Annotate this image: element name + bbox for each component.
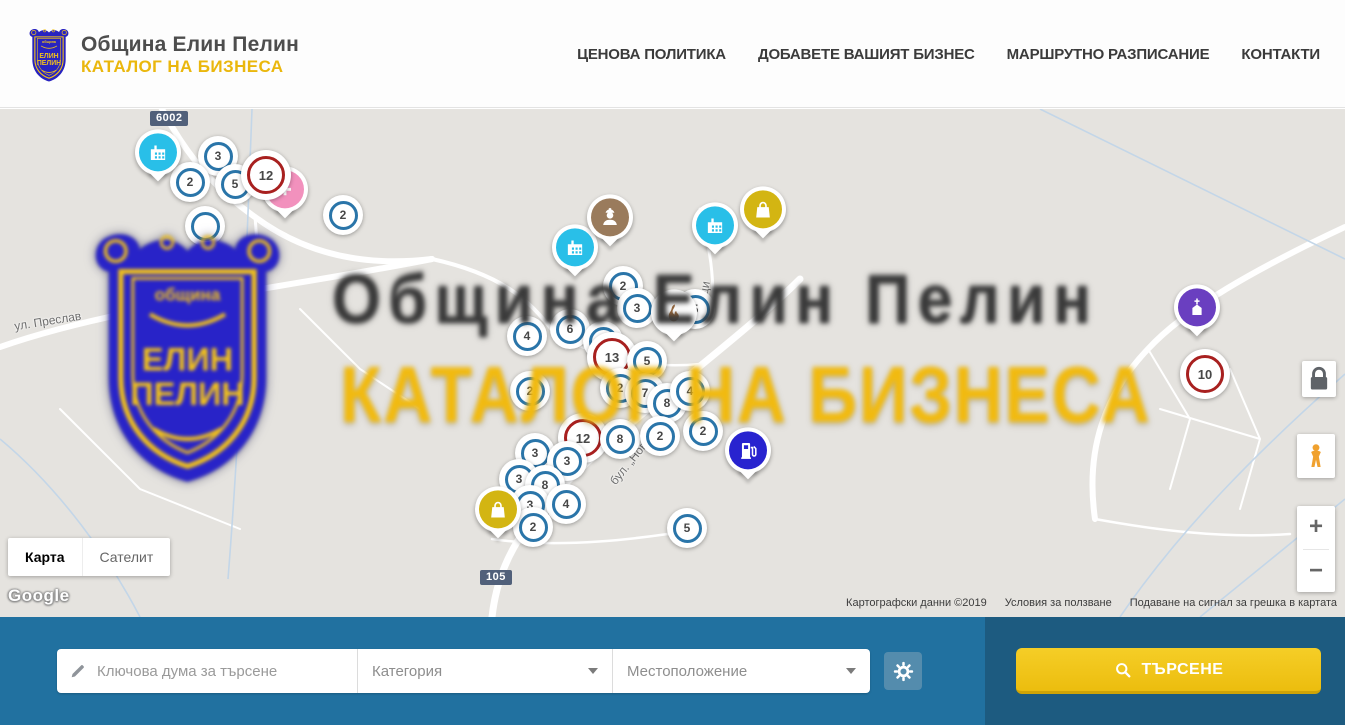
attribution-link[interactable]: Подаване на сигнал за грешка в картата bbox=[1130, 597, 1337, 609]
crest-text-line2: ПЕЛИН bbox=[37, 60, 61, 67]
category-select[interactable]: Категория bbox=[357, 649, 612, 693]
cluster-marker[interactable]: 2 bbox=[683, 411, 723, 451]
gear-icon bbox=[893, 661, 914, 682]
cluster-count: 5 bbox=[633, 347, 662, 376]
keyword-field-wrap bbox=[57, 649, 357, 693]
cluster-count: 2 bbox=[689, 417, 718, 446]
factory-pin-marker[interactable] bbox=[135, 129, 181, 175]
site-logo[interactable]: община ЕЛИН ПЕЛИН Община Елин Пелин КАТА… bbox=[27, 26, 299, 84]
cluster-marker[interactable] bbox=[185, 206, 225, 246]
keyword-input[interactable] bbox=[97, 663, 345, 680]
cluster-count: 12 bbox=[247, 156, 285, 194]
main-nav: ЦЕНОВА ПОЛИТИКА ДОБАВЕТЕ ВАШИЯТ БИЗНЕС МАР… bbox=[577, 0, 1320, 108]
zoom-out-button[interactable]: − bbox=[1297, 550, 1335, 593]
map-data-copyright: Картографски данни ©2019 bbox=[846, 597, 987, 609]
cluster-count: 3 bbox=[623, 294, 652, 323]
crest-text-top: община bbox=[42, 40, 57, 44]
factory-icon bbox=[556, 228, 594, 266]
pencil-icon bbox=[69, 662, 87, 680]
bag-pin-marker[interactable] bbox=[475, 486, 521, 532]
zoom-control: + − bbox=[1297, 506, 1335, 592]
search-button-label: ТЪРСЕНЕ bbox=[1142, 661, 1224, 679]
markers-layer: 32512223564713522784128223338342510 bbox=[0, 109, 1345, 617]
cluster-marker[interactable]: 2 bbox=[323, 195, 363, 235]
chevron-down-icon bbox=[588, 668, 598, 674]
zoom-in-button[interactable]: + bbox=[1297, 506, 1335, 549]
attribution-link[interactable]: Условия за ползване bbox=[1005, 597, 1112, 609]
cluster-count: 5 bbox=[673, 514, 702, 543]
map-type-map-button[interactable]: Карта bbox=[8, 538, 82, 576]
bag-icon bbox=[744, 190, 782, 228]
nav-item[interactable]: ДОБАВЕТЕ ВАШИЯТ БИЗНЕС bbox=[758, 46, 975, 63]
brand-text: Община Елин Пелин КАТАЛОГ НА БИЗНЕСА bbox=[81, 33, 299, 77]
cluster-count: 4 bbox=[676, 377, 705, 406]
cluster-count: 2 bbox=[646, 422, 675, 451]
map-canvas[interactable]: 6002105 ул. Преславбул. „Новоселци 32512… bbox=[0, 109, 1345, 617]
brand-subtitle: КАТАЛОГ НА БИЗНЕСА bbox=[81, 57, 299, 77]
search-button[interactable]: ТЪРСЕНЕ bbox=[1016, 648, 1321, 694]
search-side-panel: ТЪРСЕНЕ bbox=[985, 617, 1345, 725]
cluster-count: 2 bbox=[516, 377, 545, 406]
cluster-marker[interactable]: 4 bbox=[546, 484, 586, 524]
lock-icon bbox=[1302, 362, 1336, 396]
header: община ЕЛИН ПЕЛИН Община Елин Пелин КАТА… bbox=[0, 0, 1345, 108]
municipality-crest-icon: община ЕЛИН ПЕЛИН bbox=[27, 26, 71, 84]
page: община ЕЛИН ПЕЛИН Община Елин Пелин КАТА… bbox=[0, 0, 1345, 725]
pegman-streetview-button[interactable] bbox=[1297, 434, 1335, 478]
cluster-marker[interactable]: 4 bbox=[507, 316, 547, 356]
category-select-label: Категория bbox=[372, 663, 442, 680]
worker-icon bbox=[591, 198, 629, 236]
pegman-icon bbox=[1305, 442, 1327, 470]
google-logo[interactable]: Google bbox=[8, 586, 70, 606]
church-pin-marker[interactable] bbox=[1174, 284, 1220, 330]
cluster-count bbox=[191, 212, 220, 241]
search-bar: ТЪРСЕНЕ Категория Местоположение bbox=[0, 617, 1345, 725]
chevron-down-icon bbox=[846, 668, 856, 674]
cluster-count: 2 bbox=[329, 201, 358, 230]
fullscreen-lock-button[interactable] bbox=[1302, 361, 1336, 397]
cluster-count: 4 bbox=[513, 322, 542, 351]
advanced-settings-button[interactable] bbox=[884, 652, 922, 690]
cluster-count: 8 bbox=[606, 425, 635, 454]
factory-pin-marker[interactable] bbox=[692, 202, 738, 248]
factory-icon bbox=[139, 133, 177, 171]
location-select[interactable]: Местоположение bbox=[612, 649, 870, 693]
church-icon bbox=[1178, 288, 1216, 326]
cluster-marker[interactable]: 12 bbox=[241, 150, 291, 200]
cluster-marker[interactable]: 2 bbox=[510, 371, 550, 411]
nav-item[interactable]: МАРШРУТНО РАЗПИСАНИЕ bbox=[1007, 46, 1210, 63]
map-attribution: Картографски данни ©2019 Условия за ползв… bbox=[846, 597, 1337, 609]
cluster-count: 2 bbox=[519, 513, 548, 542]
nav-item[interactable]: КОНТАКТИ bbox=[1241, 46, 1320, 63]
factory-icon bbox=[696, 206, 734, 244]
search-fields: Категория Местоположение bbox=[57, 649, 870, 693]
cluster-marker[interactable]: 2 bbox=[640, 416, 680, 456]
cluster-marker[interactable]: 4 bbox=[670, 371, 710, 411]
crest-text-line1: ЕЛИН bbox=[39, 53, 58, 60]
bag-pin-marker[interactable] bbox=[740, 186, 786, 232]
search-icon bbox=[1114, 661, 1132, 679]
brand-title: Община Елин Пелин bbox=[81, 33, 299, 57]
location-select-label: Местоположение bbox=[627, 663, 747, 680]
cluster-count: 2 bbox=[176, 168, 205, 197]
nav-item[interactable]: ЦЕНОВА ПОЛИТИКА bbox=[577, 46, 726, 63]
cluster-count: 10 bbox=[1186, 355, 1224, 393]
fuel-pin-marker[interactable] bbox=[725, 427, 771, 473]
fuel-icon bbox=[729, 431, 767, 469]
map-type-satellite-button[interactable]: Сателит bbox=[82, 538, 171, 576]
worker-pin-marker[interactable] bbox=[587, 194, 633, 240]
cluster-marker[interactable]: 5 bbox=[667, 508, 707, 548]
bag-icon bbox=[479, 490, 517, 528]
cluster-marker[interactable]: 10 bbox=[1180, 349, 1230, 399]
cluster-count: 4 bbox=[552, 490, 581, 519]
cluster-count: 6 bbox=[556, 315, 585, 344]
cluster-marker[interactable]: 2 bbox=[170, 162, 210, 202]
map-type-control: Карта Сателит bbox=[8, 538, 170, 576]
flame-icon bbox=[655, 293, 693, 331]
cluster-marker[interactable]: 8 bbox=[600, 419, 640, 459]
flame-pin-marker[interactable] bbox=[651, 289, 697, 335]
